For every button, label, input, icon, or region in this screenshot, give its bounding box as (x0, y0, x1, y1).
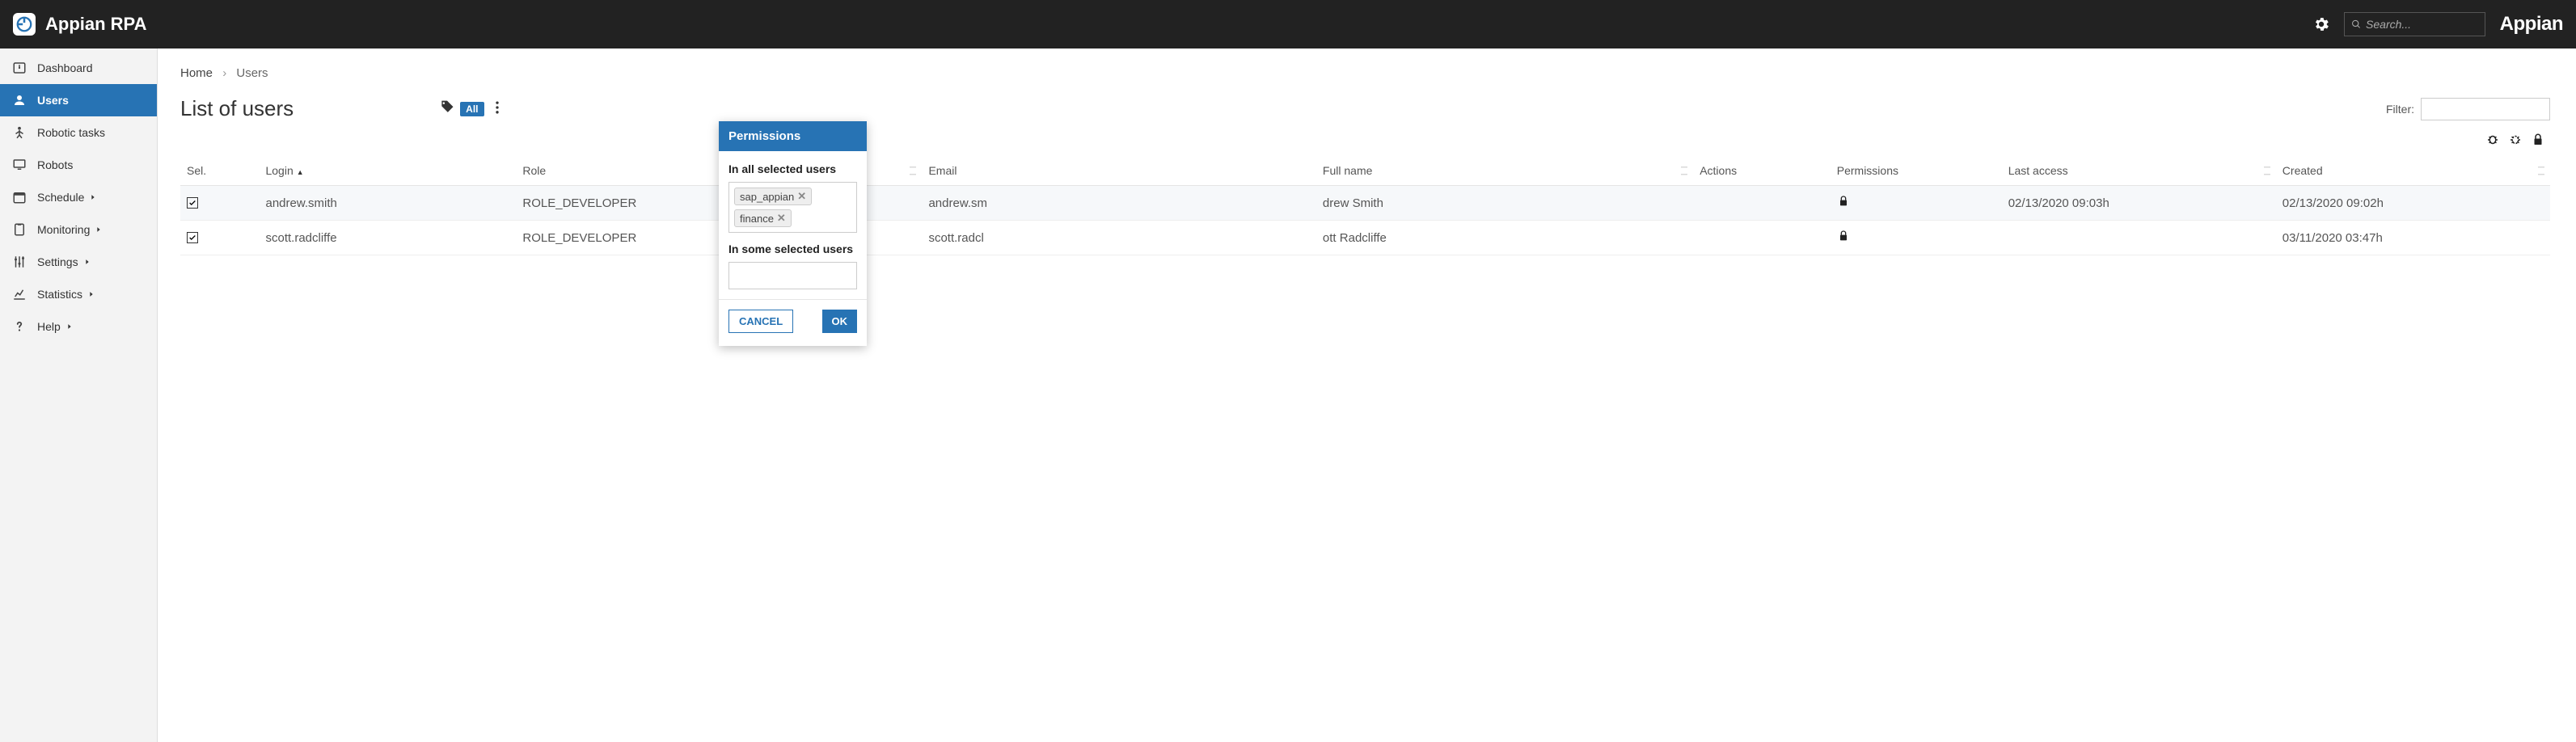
chevron-right-icon (65, 320, 74, 333)
sidebar-item-label: Users (37, 94, 69, 107)
permission-tag[interactable]: sap_appian✕ (734, 188, 812, 205)
sidebar-item-label: Help (37, 320, 61, 333)
cell-created: 02/13/2020 09:02h (2276, 186, 2550, 221)
cell-lastaccess (2002, 221, 2276, 255)
breadcrumb-current: Users (236, 66, 268, 80)
monitor-icon (10, 158, 29, 172)
cell-lastaccess: 02/13/2020 09:03h (2002, 186, 2276, 221)
sidebar-item-settings[interactable]: Settings (0, 246, 157, 278)
sliders-icon (10, 255, 29, 269)
app-title: Appian RPA (45, 14, 146, 35)
row-checkbox[interactable] (187, 197, 198, 209)
app-header: Appian RPA Appian (0, 0, 2576, 48)
th-sel[interactable]: Sel. (180, 156, 259, 186)
th-fullname[interactable]: Full name (1316, 156, 1693, 186)
all-filter-badge[interactable]: All (460, 102, 484, 116)
th-actions[interactable]: Actions (1693, 156, 1831, 186)
cell-email: andrew.sm (922, 186, 1315, 221)
chevron-right-icon (95, 223, 103, 236)
lock-icon[interactable] (2531, 133, 2545, 150)
remove-tag-icon[interactable]: ✕ (797, 190, 806, 203)
brand-wordmark: Appian (2500, 13, 2563, 36)
search-input[interactable] (2366, 18, 2478, 31)
search-icon (2351, 19, 2361, 30)
chevron-right-icon (89, 191, 97, 204)
sidebar-item-schedule[interactable]: Schedule (0, 181, 157, 213)
calendar-icon (10, 190, 29, 204)
cell-created: 03/11/2020 03:47h (2276, 221, 2550, 255)
cell-fullname: drew Smith (1316, 186, 1693, 221)
modal-divider (719, 299, 867, 300)
sidebar-item-label: Dashboard (37, 61, 93, 74)
cell-fullname: ott Radcliffe (1316, 221, 1693, 255)
global-search[interactable] (2344, 12, 2485, 36)
table-row[interactable]: scott.radcliffe ROLE_DEVELOPER scott.rad… (180, 221, 2550, 255)
user-icon (10, 93, 29, 108)
sidebar-item-robots[interactable]: Robots (0, 149, 157, 181)
cell-login: andrew.smith (259, 186, 516, 221)
sort-asc-icon (293, 164, 304, 177)
th-login[interactable]: Login (259, 156, 516, 186)
sidebar-item-label: Settings (37, 255, 78, 268)
filter-input[interactable] (2421, 98, 2550, 120)
th-lastaccess[interactable]: Last access (2002, 156, 2276, 186)
th-permissions[interactable]: Permissions (1831, 156, 2002, 186)
cell-email: scott.radcl (922, 221, 1315, 255)
chevron-right-icon (87, 288, 95, 301)
modal-label-all: In all selected users (728, 162, 857, 175)
sidebar-item-help[interactable]: Help (0, 310, 157, 343)
sidebar-item-dashboard[interactable]: Dashboard (0, 52, 157, 84)
cancel-button[interactable]: CANCEL (728, 310, 793, 333)
sidebar-item-label: Robotic tasks (37, 126, 105, 139)
tags-some-users[interactable] (728, 262, 857, 289)
sidebar-item-statistics[interactable]: Statistics (0, 278, 157, 310)
row-checkbox[interactable] (187, 232, 198, 243)
sidebar-item-users[interactable]: Users (0, 84, 157, 116)
sidebar-item-label: Schedule (37, 191, 84, 204)
breadcrumb: Home › Users (180, 66, 2550, 80)
permissions-lock-icon[interactable] (1837, 197, 1850, 211)
th-created[interactable]: Created (2276, 156, 2550, 186)
main-content: Home › Users List of users All Filter: (158, 48, 2576, 742)
breadcrumb-separator: › (222, 66, 226, 80)
tag-icon[interactable] (439, 99, 455, 118)
permission-tag[interactable]: finance✕ (734, 209, 792, 227)
bug-select-icon[interactable] (2485, 133, 2500, 150)
sidebar-item-label: Statistics (37, 288, 82, 301)
breadcrumb-home[interactable]: Home (180, 66, 213, 80)
clipboard-icon (10, 222, 29, 237)
dashboard-icon (10, 61, 29, 75)
chart-line-icon (10, 287, 29, 301)
sidebar-item-label: Monitoring (37, 223, 90, 236)
sidebar-item-monitoring[interactable]: Monitoring (0, 213, 157, 246)
modal-title: Permissions (719, 121, 867, 151)
ok-button[interactable]: OK (822, 310, 858, 333)
page-title: List of users (180, 96, 293, 121)
app-logo (13, 13, 36, 36)
cell-login: scott.radcliffe (259, 221, 516, 255)
modal-label-some: In some selected users (728, 242, 857, 255)
remove-tag-icon[interactable]: ✕ (777, 212, 786, 225)
sidebar: Dashboard Users Robotic tasks Robots Sch… (0, 48, 158, 742)
th-email[interactable]: Email (922, 156, 1315, 186)
chevron-right-icon (83, 255, 91, 268)
sidebar-item-robotic-tasks[interactable]: Robotic tasks (0, 116, 157, 149)
settings-gear-icon[interactable] (2307, 10, 2336, 39)
tags-all-users[interactable]: sap_appian✕ finance✕ (728, 182, 857, 233)
permissions-lock-icon[interactable] (1837, 232, 1850, 246)
table-row[interactable]: andrew.smith ROLE_DEVELOPER andrew.sm dr… (180, 186, 2550, 221)
users-table: Sel. Login Role Active Email Full name A… (180, 156, 2550, 255)
sidebar-item-label: Robots (37, 158, 73, 171)
question-icon (10, 319, 29, 334)
person-arms-icon (10, 125, 29, 140)
filter-label: Filter: (2386, 103, 2414, 116)
permissions-modal: Permissions In all selected users sap_ap… (719, 121, 867, 346)
bug-deselect-icon[interactable] (2508, 133, 2523, 150)
kebab-menu-icon[interactable] (489, 99, 505, 118)
